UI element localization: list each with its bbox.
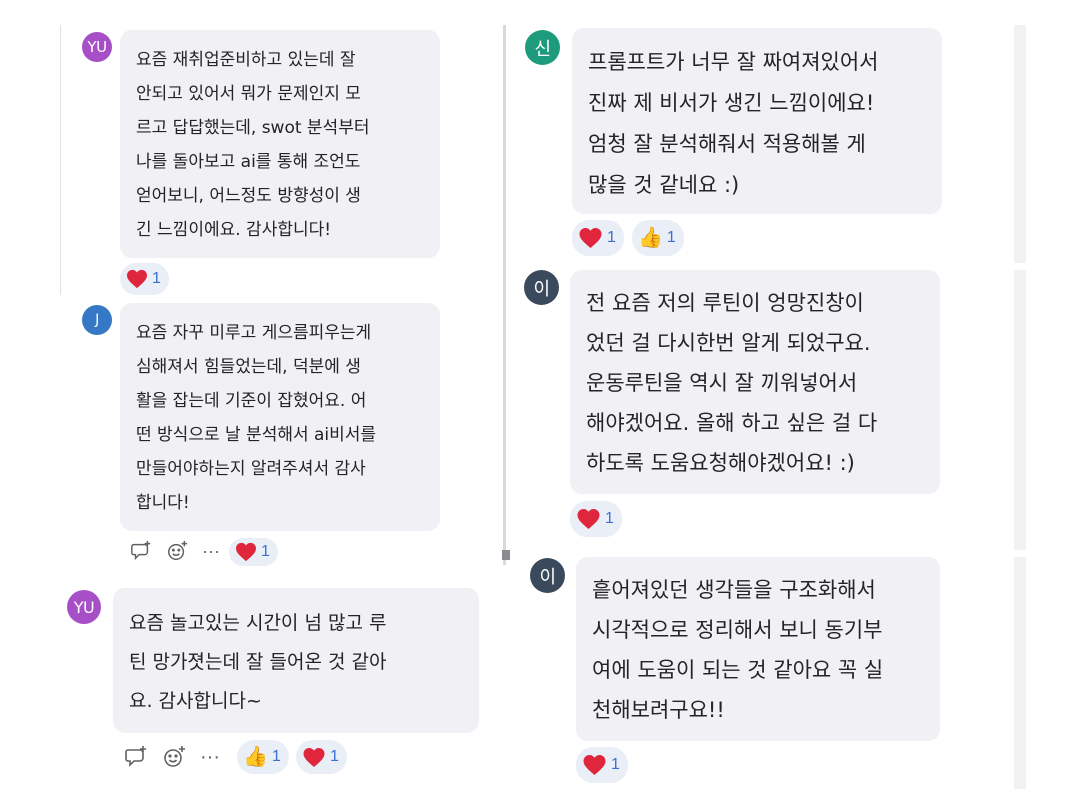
heart-icon: [577, 509, 600, 529]
comment-bubble: 흩어져있던 생각들을 구조화해서 시각적으로 정리해서 보니 동기부 여에 도움…: [576, 557, 940, 741]
avatar-lee[interactable]: 이: [530, 558, 565, 593]
avatar-shin[interactable]: 신: [525, 30, 560, 65]
emoji-add-icon[interactable]: [162, 745, 186, 769]
reaction-count: 1: [271, 748, 281, 765]
heart-reaction[interactable]: 1: [576, 747, 628, 783]
avatar-lee[interactable]: 이: [524, 270, 559, 305]
thumbs-up-reaction[interactable]: 👍 1: [632, 220, 684, 256]
emoji-add-icon[interactable]: [166, 540, 188, 562]
comment-toolbar: ···: [130, 540, 220, 562]
avatar-j[interactable]: J: [82, 305, 112, 335]
more-icon[interactable]: ···: [200, 746, 220, 769]
reaction-count: 1: [611, 756, 620, 773]
comment-bubble: 요즘 놀고있는 시간이 넘 많고 루 틴 망가졋는데 잘 들어온 것 같아 요.…: [113, 588, 479, 733]
heart-reaction[interactable]: 1: [570, 501, 622, 537]
comment-bubble: 프롬프트가 너무 잘 짜여져있어서 진짜 제 비서가 생긴 느낌이에요! 엄청 …: [572, 28, 942, 214]
comment-bubble: 요즘 자꾸 미루고 게으름피우는게 심해져서 힘들었는데, 덕분에 생 활을 잡…: [120, 303, 440, 531]
avatar-yu[interactable]: YU: [67, 590, 101, 624]
reaction-count: 1: [152, 270, 161, 287]
column-divider-right-2: [1014, 270, 1026, 550]
reaction-count: 1: [330, 748, 339, 765]
scroll-marker: [502, 550, 510, 560]
heart-reaction[interactable]: 1: [229, 538, 278, 566]
heart-reaction[interactable]: 1: [296, 740, 347, 774]
reaction-count: 1: [607, 229, 616, 246]
avatar-yu[interactable]: YU: [82, 32, 112, 62]
thumbs-up-icon: 👍: [243, 746, 268, 768]
reply-icon[interactable]: [130, 540, 152, 562]
thumbs-up-reaction[interactable]: 👍 1: [237, 740, 289, 774]
heart-reaction[interactable]: 1: [120, 263, 169, 295]
column-divider-middle: [503, 25, 506, 565]
column-divider-left: [60, 25, 61, 295]
thumbs-up-icon: 👍: [638, 227, 663, 249]
heart-icon: [236, 542, 256, 562]
comment-toolbar: ···: [124, 745, 220, 769]
reaction-count: 1: [605, 510, 614, 527]
column-divider-right-3: [1014, 557, 1026, 789]
heart-reaction[interactable]: 1: [572, 220, 624, 256]
heart-icon: [127, 269, 147, 289]
heart-icon: [579, 228, 602, 248]
column-divider-right-1: [1014, 25, 1026, 263]
heart-icon: [583, 755, 606, 775]
comment-bubble: 전 요즘 저의 루틴이 엉망진창이 었던 걸 다시한번 알게 되었구요. 운동루…: [570, 270, 940, 494]
comment-bubble: 요즘 재취업준비하고 있는데 잘 안되고 있어서 뭐가 문제인지 모 르고 답답…: [120, 30, 440, 258]
reaction-count: 1: [666, 229, 676, 246]
reaction-count: 1: [261, 543, 270, 560]
more-icon[interactable]: ···: [202, 541, 220, 562]
heart-icon: [303, 747, 325, 767]
reply-icon[interactable]: [124, 745, 148, 769]
